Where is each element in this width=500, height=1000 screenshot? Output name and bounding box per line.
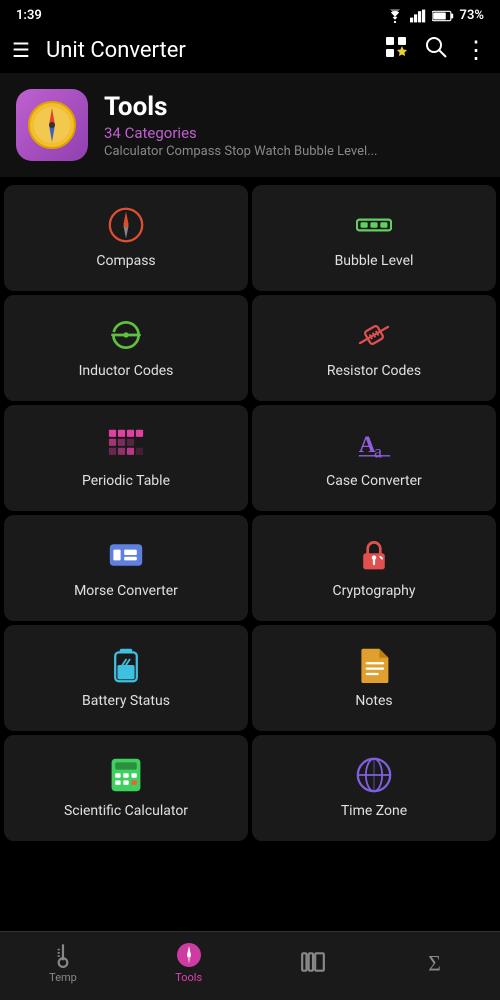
battery-status-icon (432, 10, 454, 22)
bottom-nav: Temp Tools Σ (0, 931, 500, 1000)
status-icons: 73% (386, 8, 484, 23)
header-card: Tools 34 Categories Calculator Compass S… (0, 73, 500, 177)
grid-item-crypto[interactable]: Cryptography (252, 515, 496, 621)
tools-icon (16, 89, 88, 161)
compass-icon (108, 207, 144, 243)
grid-item-resistor[interactable]: Resistor Codes (252, 295, 496, 401)
crypto-label: Cryptography (332, 583, 415, 599)
nav-tools-label: Tools (175, 971, 202, 984)
thermometer-icon (50, 942, 76, 968)
resistor-label: Resistor Codes (327, 363, 421, 379)
inductor-icon (108, 317, 144, 353)
grid-item-notes[interactable]: Notes (252, 625, 496, 731)
app-title: Unit Converter (46, 38, 368, 63)
top-bar-icons: ⋮ (384, 35, 488, 65)
grid-item-compass[interactable]: Compass (4, 185, 248, 291)
svg-text:Σ: Σ (428, 951, 441, 974)
periodic-label: Periodic Table (82, 473, 170, 489)
case-label: Case Converter (326, 473, 422, 489)
more-options-icon[interactable]: ⋮ (464, 38, 488, 62)
calculator-icon (108, 757, 144, 793)
favorite-grid-icon[interactable] (384, 35, 408, 65)
nav-temp[interactable]: Temp (49, 942, 77, 984)
library-icon (300, 949, 326, 975)
tools-title: Tools (104, 92, 378, 122)
tools-grid: Compass Bubble Level Inductor Codes Resi… (0, 181, 500, 845)
svg-text:a: a (374, 442, 382, 462)
nav-sum[interactable]: Σ (425, 949, 451, 978)
grid-item-morse[interactable]: Morse Converter (4, 515, 248, 621)
morse-icon (108, 537, 144, 573)
notes-icon (356, 647, 392, 683)
sigma-icon: Σ (425, 949, 451, 975)
wifi-icon (386, 9, 404, 23)
nav-temp-label: Temp (49, 971, 77, 984)
top-bar: ☰ Unit Converter ⋮ (0, 27, 500, 73)
grid-item-battery[interactable]: Battery Status (4, 625, 248, 731)
grid-item-periodic[interactable]: Periodic Table (4, 405, 248, 511)
timezone-label: Time Zone (341, 803, 407, 819)
search-icon[interactable] (424, 35, 448, 65)
bubble-level-icon (356, 207, 392, 243)
grid-item-timezone[interactable]: Time Zone (252, 735, 496, 841)
resistor-icon (356, 317, 392, 353)
grid-item-inductor[interactable]: Inductor Codes (4, 295, 248, 401)
nav-compass-icon (176, 942, 202, 968)
crypto-icon (356, 537, 392, 573)
compass-label: Compass (96, 253, 155, 269)
nav-tools[interactable]: Tools (175, 942, 202, 984)
battery-icon (108, 647, 144, 683)
categories-label: 34 Categories (104, 124, 378, 142)
nav-units[interactable] (300, 949, 326, 978)
notes-label: Notes (355, 693, 392, 709)
header-info: Tools 34 Categories Calculator Compass S… (104, 92, 378, 159)
menu-icon[interactable]: ☰ (12, 38, 30, 62)
calculator-label: Scientific Calculator (64, 803, 188, 819)
grid-item-case[interactable]: A a Case Converter (252, 405, 496, 511)
inductor-label: Inductor Codes (79, 363, 174, 379)
periodic-icon (108, 427, 144, 463)
case-icon: A a (356, 427, 392, 463)
bubble-level-label: Bubble Level (335, 253, 414, 269)
status-bar: 1:39 73% (0, 0, 500, 27)
morse-label: Morse Converter (74, 583, 178, 599)
timezone-icon (356, 757, 392, 793)
tools-subtitle: Calculator Compass Stop Watch Bubble Lev… (104, 144, 378, 159)
grid-item-bubble-level[interactable]: Bubble Level (252, 185, 496, 291)
signal-icon (410, 9, 426, 23)
grid-item-calculator[interactable]: Scientific Calculator (4, 735, 248, 841)
battery-label: Battery Status (82, 693, 170, 709)
status-time: 1:39 (16, 8, 42, 23)
battery-percent: 73% (460, 8, 484, 23)
